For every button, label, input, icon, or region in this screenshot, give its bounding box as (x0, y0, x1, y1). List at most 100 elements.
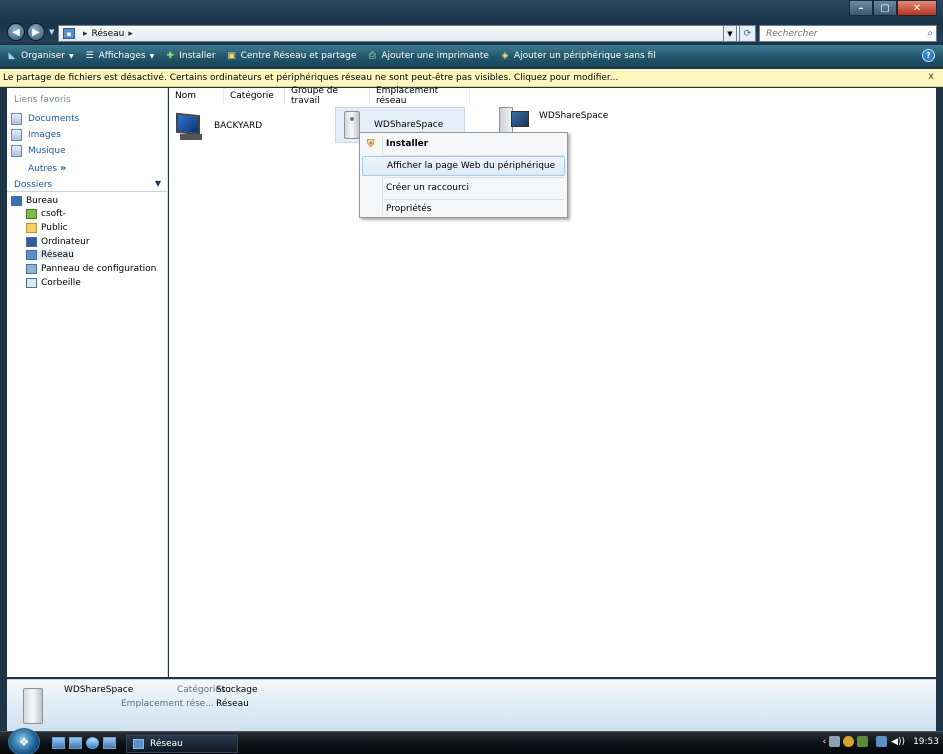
maximize-button[interactable]: ▢ (873, 0, 897, 16)
chevron-down-icon[interactable]: ▼ (155, 179, 161, 188)
device-backyard[interactable]: BACKYARD (174, 108, 262, 144)
column-header-categorie[interactable]: Catégorie (224, 89, 285, 103)
favorite-images[interactable]: Images (11, 129, 61, 141)
column-headers: Nom Catégorie Groupe de travail Emplacem… (169, 86, 936, 106)
media-center-icon[interactable] (103, 737, 116, 749)
security-icon[interactable] (843, 736, 855, 747)
add-printer-button[interactable]: ⎙ Ajouter une imprimante (366, 50, 489, 62)
double-chevron-icon: » (60, 163, 67, 174)
help-button[interactable]: ? (922, 49, 935, 62)
tree-item-bureau[interactable]: Bureau (11, 196, 58, 206)
menu-item-create-shortcut[interactable]: Créer un raccourci (362, 178, 565, 198)
control-panel-icon (26, 264, 37, 274)
media-device-icon (499, 107, 533, 133)
add-wireless-label: Ajouter un périphérique sans fil (513, 51, 656, 61)
favorite-documents[interactable]: Documents (11, 113, 79, 125)
close-icon[interactable]: x (928, 71, 934, 82)
taskbar: ❖ Réseau ‹ ◀)) 19:53 (0, 728, 943, 754)
images-icon (11, 129, 22, 141)
column-header-emplacement[interactable]: Emplacement réseau (370, 86, 470, 106)
menu-item-install[interactable]: ⛨ Installer (362, 134, 565, 154)
details-name: WDShareSpace (64, 685, 134, 695)
desktop-icon (11, 196, 22, 206)
wireless-device-icon: ◈ (501, 51, 509, 61)
views-menu[interactable]: ☰ Affichages ▼ (84, 50, 155, 62)
context-menu: ⛨ Installer Afficher la page Web du péri… (359, 132, 568, 218)
add-wireless-button[interactable]: ◈ Ajouter un périphérique sans fil (499, 50, 656, 62)
chevron-down-icon: ▼ (149, 52, 155, 60)
volume-icon[interactable]: ◀)) (891, 737, 905, 747)
folders-label: Dossiers (14, 179, 53, 190)
favorite-music[interactable]: Musique (11, 145, 66, 157)
computer-icon (174, 110, 208, 142)
tree-item-public[interactable]: Public (26, 223, 68, 233)
network-center-button[interactable]: ▣ Centre Réseau et partage (226, 50, 357, 62)
add-printer-label: Ajouter une imprimante (381, 51, 489, 61)
tree-label: Réseau (41, 250, 74, 260)
tree-item-reseau[interactable]: Réseau (26, 250, 74, 260)
show-desktop-icon[interactable] (52, 737, 65, 749)
chevron-down-icon: ▼ (69, 52, 74, 60)
history-dropdown-icon[interactable]: ▼ (49, 28, 54, 36)
organize-icon: ◣ (8, 51, 16, 61)
tree-item-ordinateur[interactable]: Ordinateur (26, 237, 90, 247)
search-box: ⌕ (759, 25, 937, 42)
column-header-groupe[interactable]: Groupe de travail (285, 86, 370, 106)
organize-label: Organiser (21, 51, 65, 61)
documents-icon (11, 113, 22, 125)
refresh-button[interactable]: ⟳ (739, 25, 756, 42)
network-status-icon[interactable] (876, 736, 888, 747)
menu-item-label: Propriétés (386, 204, 432, 214)
clock[interactable]: 19:53 (913, 737, 939, 747)
favorites-more-link[interactable]: Autres » (28, 163, 66, 174)
help-icon: ? (926, 51, 931, 60)
search-icon[interactable]: ⌕ (927, 28, 933, 39)
column-header-nom[interactable]: Nom (169, 89, 224, 103)
address-dropdown-icon[interactable]: ▼ (723, 25, 737, 42)
favorite-label: Images (28, 130, 61, 140)
install-button[interactable]: ✚ Installer (164, 50, 215, 62)
nas-storage-icon (23, 688, 43, 724)
internet-explorer-icon[interactable] (86, 737, 99, 749)
taskbar-button-reseau[interactable]: Réseau (126, 735, 238, 753)
menu-item-properties[interactable]: Propriétés (362, 199, 565, 219)
forward-button[interactable]: ▶ (27, 23, 45, 41)
menu-item-view-web-page[interactable]: Afficher la page Web du périphérique (362, 156, 565, 176)
back-button[interactable]: ◀ (7, 23, 25, 41)
tree-label: Ordinateur (41, 237, 90, 247)
details-category-value: Stockage (216, 685, 258, 695)
tray-expand-icon[interactable]: ‹ (823, 737, 827, 747)
network-center-label: Centre Réseau et partage (240, 51, 357, 61)
info-bar-message: Le partage de fichiers est désactivé. Ce… (3, 72, 619, 83)
tray-app-icon[interactable] (857, 736, 869, 747)
tree-item-panneau-configuration[interactable]: Panneau de configuration (26, 264, 156, 274)
details-location-value: Réseau (216, 699, 249, 709)
tray-app-icon[interactable] (829, 736, 841, 747)
network-center-icon: ▣ (227, 51, 236, 61)
minimize-button[interactable]: – (849, 0, 873, 16)
tree-item-corbeille[interactable]: Corbeille (26, 278, 81, 288)
breadcrumb-reseau[interactable]: Réseau (92, 29, 125, 39)
tree-label: Corbeille (41, 278, 81, 288)
close-button[interactable]: ✕ (897, 0, 937, 16)
breadcrumb-chevron-icon[interactable]: ▸ (128, 29, 133, 39)
address-bar[interactable]: ▪ ▸ Réseau ▸ (58, 25, 744, 42)
recycle-bin-icon (26, 278, 37, 288)
menu-item-label: Créer un raccourci (386, 183, 469, 193)
device-label: WDShareSpace (539, 111, 609, 121)
info-bar[interactable]: Le partage de fichiers est désactivé. Ce… (0, 69, 943, 87)
switch-windows-icon[interactable] (69, 737, 82, 749)
windows-logo-icon: ❖ (18, 735, 30, 749)
organize-menu[interactable]: ◣ Organiser ▼ (6, 50, 74, 62)
install-icon: ✚ (166, 51, 174, 61)
tree-label: csoft- (41, 209, 66, 219)
network-icon (133, 739, 144, 749)
system-tray: ‹ ◀)) 19:53 (823, 736, 939, 747)
start-button[interactable]: ❖ (8, 728, 40, 754)
nas-storage-icon (344, 111, 360, 139)
breadcrumb-chevron-icon[interactable]: ▸ (83, 29, 88, 39)
search-input[interactable] (766, 28, 916, 39)
folders-header[interactable]: Dossiers ▼ (7, 178, 167, 192)
favorite-label: Documents (28, 114, 80, 124)
tree-item-csoft[interactable]: csoft- (26, 209, 66, 219)
